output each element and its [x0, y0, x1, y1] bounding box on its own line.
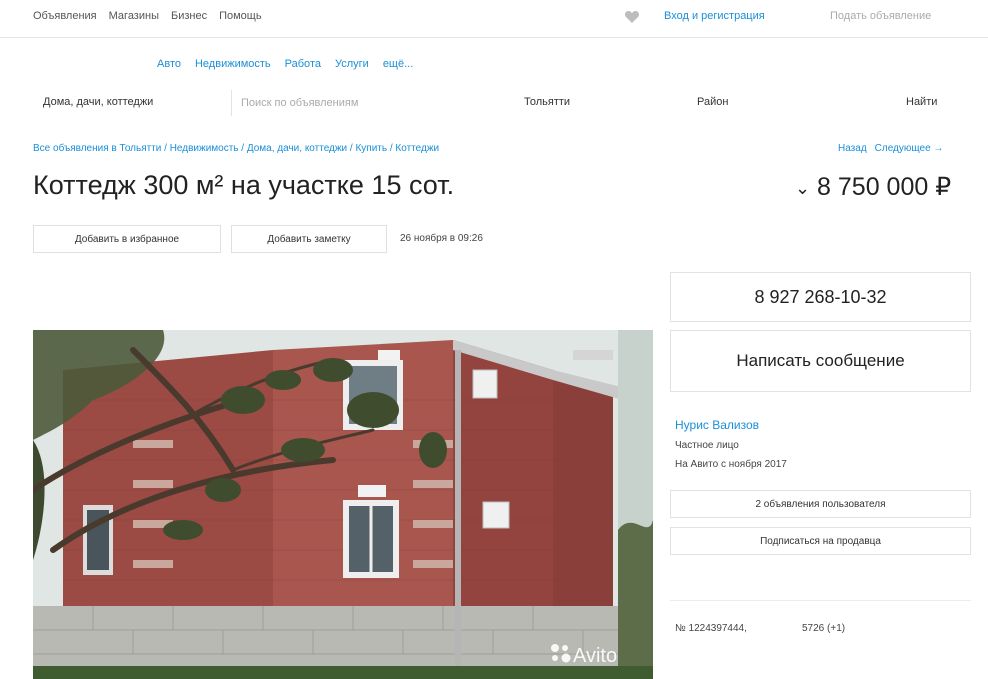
price-chevron-icon[interactable]: ⌄: [795, 178, 810, 198]
page-title: Коттедж 300 м² на участке 15 сот.: [33, 170, 455, 200]
seller-type: Частное лицо: [675, 440, 739, 451]
add-note-button[interactable]: Добавить заметку: [231, 225, 387, 253]
category-link-auto[interactable]: Авто: [157, 58, 181, 70]
add-to-favorites-button[interactable]: Добавить в избранное: [33, 225, 221, 253]
heart-icon[interactable]: [624, 9, 640, 25]
top-bar: Объявления Магазины Бизнес Помощь Вход и…: [0, 0, 988, 38]
category-link-more[interactable]: ещё...: [383, 58, 413, 70]
breadcrumb[interactable]: Все объявления в Тольятти / Недвижимость…: [33, 143, 439, 154]
category-nav: Авто Недвижимость Работа Услуги ещё...: [157, 58, 413, 70]
publish-date: 26 ноября в 09:26: [400, 233, 483, 244]
next-link[interactable]: Следующее →: [875, 143, 944, 154]
ad-number: № 1224397444,: [675, 623, 747, 634]
login-link[interactable]: Вход и регистрация: [664, 10, 765, 22]
search-district-select[interactable]: Район: [697, 96, 728, 108]
top-nav: Объявления Магазины Бизнес Помощь: [33, 10, 262, 22]
prev-link[interactable]: Назад: [838, 143, 867, 154]
house-photo-image: Avito: [33, 330, 653, 679]
nav-link-business[interactable]: Бизнес: [171, 10, 207, 22]
listing-photo[interactable]: Avito: [33, 330, 653, 679]
price: ⌄ 8 750 000 ₽: [795, 172, 951, 202]
category-link-realty[interactable]: Недвижимость: [195, 58, 271, 70]
category-link-jobs[interactable]: Работа: [285, 58, 321, 70]
search-divider: [231, 90, 232, 116]
nav-link-help[interactable]: Помощь: [219, 10, 262, 22]
search-button[interactable]: Найти: [906, 96, 937, 108]
phone-button[interactable]: 8 927 268-10-32: [670, 272, 971, 322]
subscribe-seller-button[interactable]: Подписаться на продавца: [670, 527, 971, 555]
search-bar: Дома, дачи, коттеджи Тольятти Район Найт…: [33, 86, 978, 120]
post-ad-button[interactable]: Подать объявление: [830, 10, 931, 22]
svg-text:Avito: Avito: [573, 645, 617, 667]
seller-name-link[interactable]: Нурис Вализов: [675, 418, 759, 432]
search-input[interactable]: [241, 91, 501, 115]
divider: [670, 600, 971, 601]
search-category-select[interactable]: Дома, дачи, коттеджи: [43, 96, 153, 108]
pager: Назад Следующее →: [838, 143, 943, 154]
nav-link-shops[interactable]: Магазины: [109, 10, 159, 22]
category-link-services[interactable]: Услуги: [335, 58, 369, 70]
user-ads-button[interactable]: 2 объявления пользователя: [670, 490, 971, 518]
seller-since: На Авито с ноября 2017: [675, 459, 787, 470]
search-city-select[interactable]: Тольятти: [524, 96, 570, 108]
view-count: 5726 (+1): [802, 623, 846, 634]
nav-link-ads[interactable]: Объявления: [33, 10, 97, 22]
write-message-button[interactable]: Написать сообщение: [670, 330, 971, 392]
price-value: 8 750 000 ₽: [817, 173, 952, 201]
